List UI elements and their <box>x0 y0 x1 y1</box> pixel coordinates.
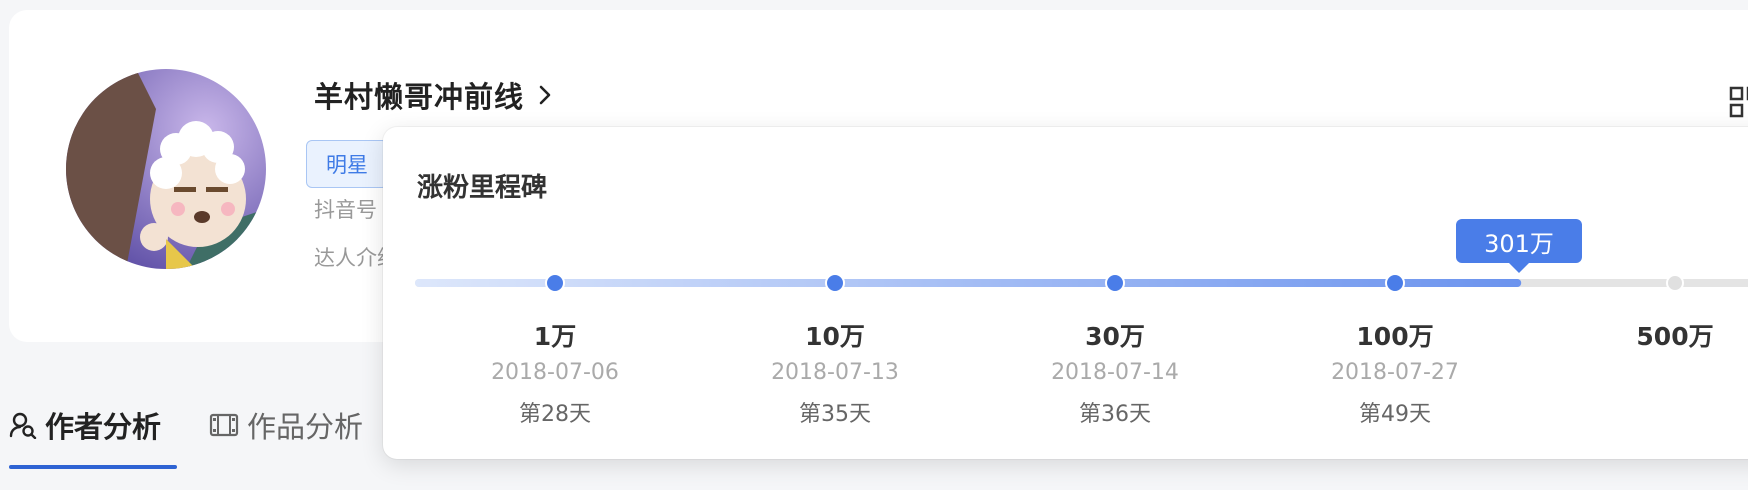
author-name[interactable]: 羊村懒哥冲前线 <box>314 74 524 116</box>
film-icon <box>209 413 239 437</box>
milestone-item: 500万 <box>1605 127 1745 459</box>
milestone-popover: 涨粉里程碑 1万 2018-07-06 第28天 10万 2018-07-13 第35天 3… <box>383 127 1748 459</box>
analysis-tabs: 作者分析 作品分析 <box>9 400 363 450</box>
tab-label: 作品分析 <box>247 410 364 444</box>
milestone-date: 2018-07-27 <box>1331 360 1459 385</box>
qr-code-icon[interactable] <box>1729 86 1748 118</box>
milestone-day: 第28天 <box>519 402 591 427</box>
milestone-date: 2018-07-06 <box>491 360 619 385</box>
milestone-day: 第36天 <box>1079 402 1151 427</box>
milestone-date: 2018-07-13 <box>771 360 899 385</box>
milestone-value: 10万 <box>805 322 865 351</box>
tab-works-analysis[interactable]: 作品分析 <box>209 400 363 450</box>
milestone-value: 100万 <box>1356 322 1434 351</box>
tab-author-analysis[interactable]: 作者分析 <box>9 400 161 450</box>
milestone-day: 第35天 <box>799 402 871 427</box>
milestone-value: 500万 <box>1636 322 1714 351</box>
star-tag: 明星 <box>306 140 388 188</box>
milestone-item: 1万 2018-07-06 第28天 <box>485 127 625 459</box>
milestone-day: 第49天 <box>1359 402 1431 427</box>
active-tab-indicator <box>9 465 177 469</box>
current-fans-bubble: 301万 <box>1456 219 1582 273</box>
milestone-item: 30万 2018-07-14 第36天 <box>1045 127 1185 459</box>
milestone-value: 1万 <box>533 322 577 351</box>
milestone-track: 1万 2018-07-06 第28天 10万 2018-07-13 第35天 30万 2018… <box>383 127 1748 459</box>
douyin-id-label: 抖音号 <box>314 198 377 222</box>
avatar[interactable] <box>66 69 266 269</box>
chevron-right-icon[interactable] <box>534 84 556 106</box>
tab-label: 作者分析 <box>45 410 162 444</box>
user-search-icon <box>9 412 37 439</box>
milestone-value: 30万 <box>1085 322 1145 351</box>
milestone-item: 10万 2018-07-13 第35天 <box>765 127 905 459</box>
milestone-date: 2018-07-14 <box>1051 360 1179 385</box>
milestone-item: 100万 2018-07-27 第49天 <box>1325 127 1465 459</box>
